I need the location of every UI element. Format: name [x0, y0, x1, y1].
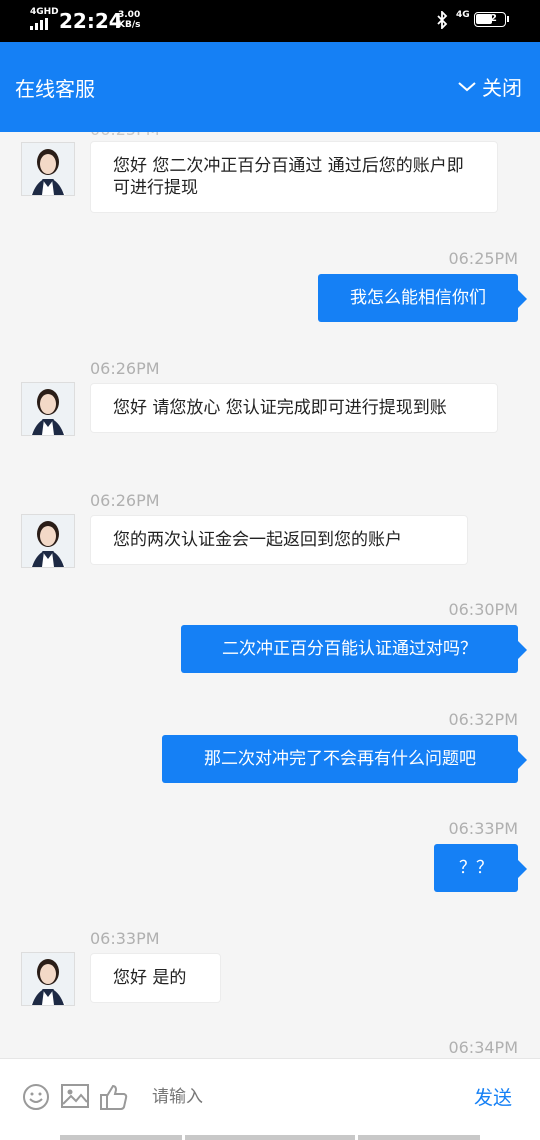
speed-unit: KB/s	[118, 20, 141, 30]
message-input-bar: 发送	[0, 1058, 540, 1134]
battery-percent: 62	[483, 13, 497, 24]
message-timestamp: 06:32PM	[448, 710, 518, 729]
nav-indicator	[358, 1135, 480, 1140]
chevron-down-icon	[458, 81, 476, 91]
agent-avatar	[21, 514, 75, 568]
user-message-bubble: ？？	[434, 844, 527, 892]
status-bar: 4GHD 22:24 3.00 KB/s 4G 62	[0, 0, 540, 42]
agent-avatar-image	[22, 515, 74, 567]
chat-message-list[interactable]: 06:25PM 您好 您二次冲正百分百通过 通过后您的账户即可进行提现 06:2…	[0, 132, 540, 1058]
signal-icon	[30, 18, 48, 30]
agent-avatar-image	[22, 143, 74, 195]
message-timestamp: 06:25PM	[90, 132, 160, 139]
agent-avatar	[21, 382, 75, 436]
nav-indicator	[60, 1135, 182, 1140]
agent-avatar	[21, 952, 75, 1006]
message-timestamp: 06:34PM	[448, 1038, 518, 1057]
agent-message-bubble: 您的两次认证金会一起返回到您的账户	[91, 516, 467, 564]
user-message-bubble: 二次冲正百分百能认证通过对吗？	[181, 625, 527, 673]
agent-avatar-image	[22, 953, 74, 1005]
message-input[interactable]	[150, 1081, 454, 1113]
message-timestamp: 06:26PM	[90, 359, 160, 378]
page-title: 在线客服	[15, 77, 95, 101]
system-nav-bar	[0, 1133, 540, 1140]
message-timestamp: 06:33PM	[90, 929, 160, 948]
message-timestamp: 06:30PM	[448, 600, 518, 619]
agent-message-bubble: 您好 是的	[91, 954, 220, 1002]
send-button[interactable]: 发送	[474, 1083, 512, 1110]
clock: 22:24	[59, 9, 123, 33]
message-timestamp: 06:25PM	[448, 249, 518, 268]
network-type: 4GHD	[30, 7, 59, 17]
agent-message-bubble: 您好 请您放心 您认证完成即可进行提现到账	[91, 384, 497, 432]
bluetooth-icon	[437, 11, 448, 29]
emoji-icon[interactable]	[22, 1083, 50, 1111]
message-timestamp: 06:26PM	[90, 491, 160, 510]
user-message-bubble: 那二次对冲完了不会再有什么问题吧	[162, 735, 527, 783]
agent-message-bubble: 您好 您二次冲正百分百通过 通过后您的账户即可进行提现	[91, 142, 497, 212]
close-button[interactable]: 关闭	[458, 72, 522, 101]
network-type-right: 4G	[456, 10, 470, 20]
thumbs-up-icon[interactable]	[100, 1083, 128, 1111]
battery-icon: 62	[474, 12, 506, 27]
agent-avatar	[21, 142, 75, 196]
image-icon[interactable]	[61, 1083, 89, 1109]
user-message-bubble: 我怎么能相信你们	[318, 274, 527, 322]
network-speed: 3.00 KB/s	[118, 10, 140, 30]
message-timestamp: 06:33PM	[448, 819, 518, 838]
battery-tip	[507, 16, 509, 22]
close-label: 关闭	[482, 76, 522, 100]
nav-indicator	[185, 1135, 355, 1140]
agent-avatar-image	[22, 383, 74, 435]
chat-header: 在线客服 关闭	[0, 42, 540, 132]
speed-value: 3.00	[118, 10, 141, 20]
